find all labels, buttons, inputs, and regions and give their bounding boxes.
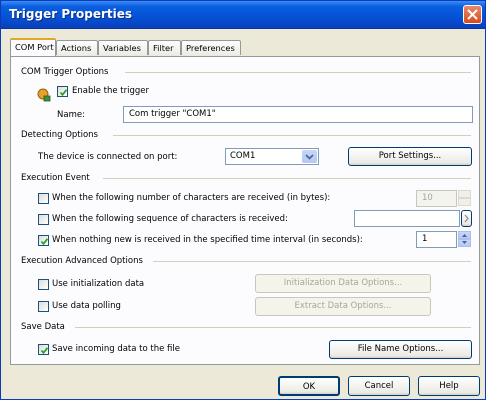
extract-data-options-button[interactable]: Extract Data Options... [255,297,431,316]
section-detecting-options: Detecting Options [21,130,98,140]
section-save-data: Save Data [21,322,65,332]
section-divider [125,72,471,73]
port-value: COM1 [230,151,256,161]
file-name-options-button[interactable]: File Name Options... [329,340,472,359]
chars-count-spinner[interactable] [458,190,471,207]
port-select[interactable]: COM1 [225,148,319,165]
init-data-options-button[interactable]: Initialization Data Options... [255,274,431,293]
chars-received-label: When the following number of characters … [52,193,331,203]
save-to-file-label: Save incoming data to the file [52,344,180,354]
check-icon [59,89,68,97]
section-divider [153,261,471,262]
port-label: The device is connected on port: [38,152,178,162]
section-execution-event: Execution Event [21,173,90,183]
section-divider [75,327,471,328]
interval-input[interactable]: 1 [416,231,457,248]
close-icon [467,9,478,20]
sequence-input[interactable] [354,210,460,227]
chars-received-checkbox[interactable] [38,193,49,204]
com-port-panel: COM Trigger Options Enable the trigger N… [10,56,480,365]
interval-label: When nothing new is received in the spec… [52,235,363,245]
sequence-label: When the following sequence of character… [52,214,288,224]
sequence-checkbox[interactable] [38,214,49,225]
spin-down-icon[interactable] [458,239,471,247]
cancel-button[interactable]: Cancel [348,376,410,396]
spin-up-icon[interactable] [458,231,471,239]
section-divider [113,135,471,136]
tab-variables[interactable]: Variables [98,40,148,55]
check-icon [40,238,49,246]
check-icon [40,347,49,355]
port-settings-button[interactable]: Port Settings... [348,147,472,166]
interval-spinner[interactable] [458,231,471,248]
enable-trigger-label: Enable the trigger [72,86,150,96]
data-polling-label: Use data polling [52,301,121,311]
help-button[interactable]: Help [418,376,480,396]
window-title: Trigger Properties [9,7,133,21]
ok-button[interactable]: OK [278,376,340,396]
tab-actions[interactable]: Actions [56,40,98,55]
trigger-name-input[interactable]: Com trigger "COM1" [123,106,473,123]
section-com-trigger-options: COM Trigger Options [21,67,109,77]
sequence-menu-button[interactable] [461,210,472,227]
spin-up-icon[interactable] [458,190,471,198]
trigger-icon [37,88,51,105]
title-bar[interactable]: Trigger Properties [1,1,485,29]
name-label: Name: [57,110,85,120]
close-button[interactable] [463,5,482,24]
section-divider [103,178,471,179]
trigger-properties-dialog: Trigger Properties COM Port Actions Vari… [0,0,486,400]
enable-trigger-checkbox[interactable] [57,86,68,97]
chevron-right-icon [464,214,469,223]
chars-count-input[interactable]: 10 [416,190,457,207]
chevron-down-icon[interactable] [302,150,317,163]
spin-down-icon[interactable] [458,198,471,206]
tab-com-port[interactable]: COM Port [10,38,56,56]
section-execution-advanced: Execution Advanced Options [21,256,143,266]
interval-checkbox[interactable] [38,235,49,246]
tab-filter[interactable]: Filter [148,40,181,55]
save-to-file-checkbox[interactable] [38,344,49,355]
data-polling-checkbox[interactable] [38,301,49,312]
tab-preferences[interactable]: Preferences [181,40,241,55]
init-data-checkbox[interactable] [38,279,49,290]
init-data-label: Use initialization data [52,279,145,289]
